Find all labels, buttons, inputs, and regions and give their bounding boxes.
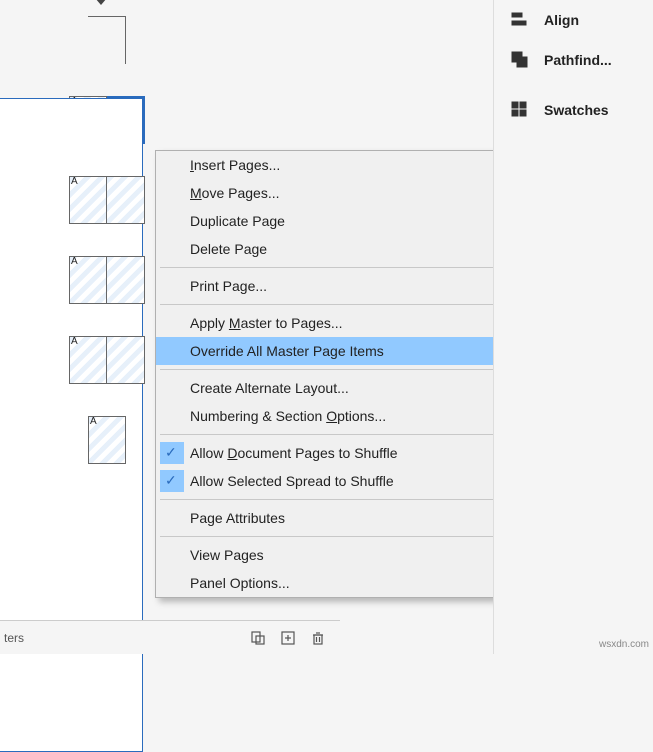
page-thumbnail[interactable]: A <box>107 96 145 144</box>
page-thumbnail[interactable]: A <box>69 176 107 224</box>
pages-thumbnail-list: B1AA2-3A4-5A6-7A8-9A10 <box>52 0 162 482</box>
panel-button-label: Swatches <box>544 102 609 118</box>
pathfinder-icon <box>510 50 528 71</box>
right-panel: Align Pathfind... Swatches <box>493 0 653 654</box>
page-thumbnail[interactable]: A <box>69 256 107 304</box>
panel-button-swatches[interactable]: Swatches <box>494 90 653 130</box>
footer-label: ters <box>0 631 24 645</box>
pages-panel-footer: ters <box>0 620 340 654</box>
page-thumbnail[interactable]: A <box>69 336 107 384</box>
master-badge: A <box>89 417 98 427</box>
trash-icon[interactable] <box>310 630 326 646</box>
panel-button-pathfinder[interactable]: Pathfind... <box>494 40 653 80</box>
page-thumbnail[interactable] <box>107 336 145 384</box>
master-badge: A <box>70 257 79 267</box>
watermark: wsxdn.com <box>599 639 649 650</box>
master-badge: A <box>70 337 79 347</box>
check-icon <box>160 470 184 492</box>
page-thumbnail[interactable]: A <box>88 416 126 464</box>
check-icon <box>160 442 184 464</box>
page-thumbnail[interactable] <box>107 176 145 224</box>
page-size-icon[interactable] <box>250 630 266 646</box>
panel-button-align[interactable]: Align <box>494 0 653 40</box>
panel-button-label: Pathfind... <box>544 52 612 68</box>
menu-item-label: Override All Master Page Items <box>190 343 493 359</box>
page-thumbnail[interactable]: B <box>88 16 126 64</box>
align-icon <box>510 10 528 31</box>
new-page-icon[interactable] <box>280 630 296 646</box>
spread: AA2-3 <box>52 96 162 162</box>
spread: B1 <box>52 16 162 82</box>
page-thumbnail[interactable] <box>107 256 145 304</box>
swatches-icon <box>510 100 528 121</box>
panel-button-label: Align <box>544 12 579 28</box>
master-badge: A <box>70 177 79 187</box>
